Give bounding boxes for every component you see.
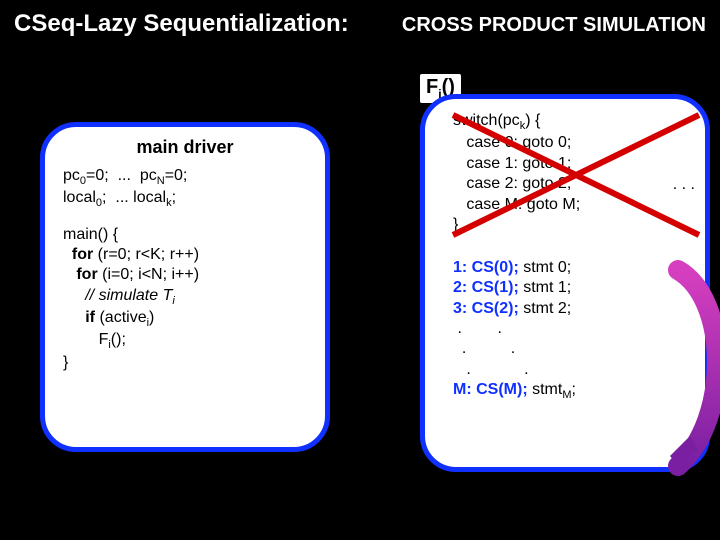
title-left: CSeq-Lazy Sequentialization: bbox=[14, 10, 349, 38]
title-right: CROSS PRODUCT SIMULATION bbox=[402, 14, 706, 37]
cs-lines: 1: CS(0); stmt 0;2: CS(1); stmt 1;3: CS(… bbox=[453, 258, 691, 403]
main-driver-header: main driver bbox=[63, 137, 307, 158]
switch-code: switch(pck) { case 0: goto 0; case 1: go… bbox=[453, 111, 691, 236]
fi-body-panel: switch(pck) { case 0: goto 0; case 1: go… bbox=[420, 94, 710, 472]
decl-code: pc0=0; ... pcN=0; local0; ... localk; bbox=[63, 166, 307, 211]
main-driver-panel: main driver pc0=0; ... pcN=0; local0; ..… bbox=[40, 122, 330, 452]
vertical-dots-icon: ... bbox=[700, 368, 706, 386]
switch-block: switch(pck) { case 0: goto 0; case 1: go… bbox=[453, 111, 691, 236]
main-code: main() { for (r=0; r<K; r++) for (i=0; i… bbox=[63, 225, 307, 374]
switch-ellipsis: . . . bbox=[673, 175, 695, 195]
